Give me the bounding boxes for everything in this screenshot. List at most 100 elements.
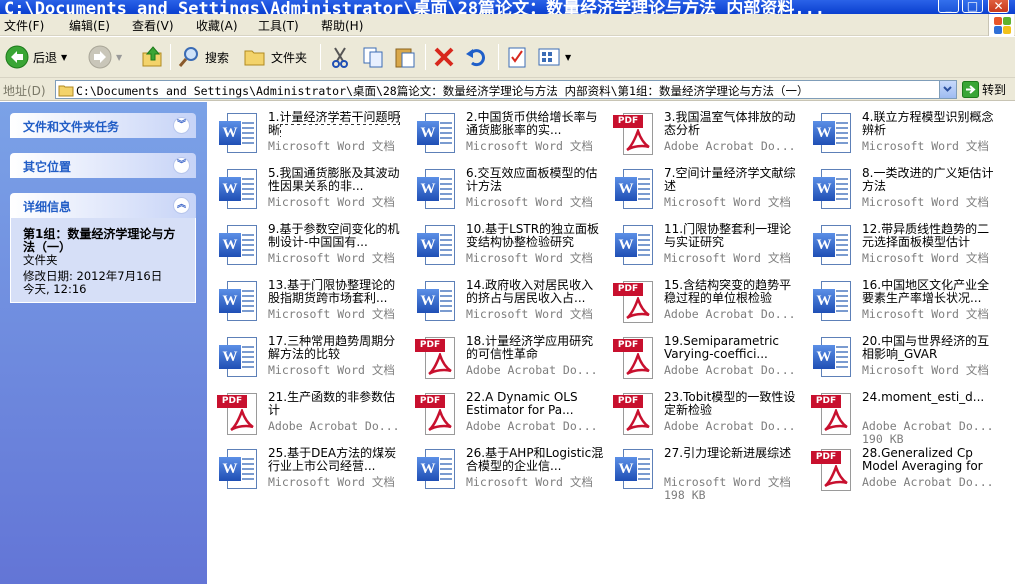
file-item[interactable]: PDF 19.Semiparametric Varying-coeffici...… <box>607 331 803 385</box>
file-list: W 1.计量经济学若干问题明晰 Microsoft Word 文档 W 2.中国货币供给… <box>207 102 1015 584</box>
minimize-button[interactable]: _ <box>938 0 959 13</box>
properties-button[interactable] <box>505 43 529 71</box>
file-name: 12.带异质线性趋势的二元选择面板模型估计 <box>862 223 990 249</box>
menu-view[interactable]: 查看(V) <box>132 17 174 34</box>
address-input[interactable]: C:\Documents and Settings\Administrator\… <box>55 80 957 99</box>
file-item[interactable]: W 17.三种常用趋势周期分解方法的比较 Microsoft Word 文档 <box>211 331 407 385</box>
address-dropdown-button[interactable] <box>939 81 956 98</box>
file-name: 18.计量经济学应用研究的可信性革命 <box>466 335 594 361</box>
word-document-icon: W <box>413 167 461 213</box>
title-bar[interactable]: C:\Documents and Settings\Administrator\… <box>0 0 1015 14</box>
chevron-down-icon[interactable]: ▼ <box>116 53 122 62</box>
file-name: 9.基于参数空间变化的机制设计-中国国有... <box>268 223 400 249</box>
maximize-button[interactable]: □ <box>962 0 983 13</box>
file-item[interactable]: PDF 15.含结构突变的趋势平稳过程的单位根检验 Adobe Acrobat Do… <box>607 275 803 329</box>
word-document-icon: W <box>413 279 461 325</box>
go-label: 转到 <box>982 83 1007 97</box>
menu-help[interactable]: 帮助(H) <box>321 17 363 34</box>
file-type: Microsoft Word 文档 <box>466 308 593 321</box>
task-pane: 文件和文件夹任务 ︾ 其它位置 ︾ 详细信息 ︽ 第1组：数量经济学理论与方法（… <box>0 102 207 584</box>
file-item[interactable]: PDF 3.我国温室气体排放的动态分析 Adobe Acrobat Do... <box>607 107 803 161</box>
panel-title: 详细信息 <box>23 200 72 214</box>
delete-button[interactable] <box>432 43 456 71</box>
file-item[interactable]: W 1.计量经济学若干问题明晰 Microsoft Word 文档 <box>211 107 407 161</box>
file-item[interactable]: PDF 22.A Dynamic OLS Estimator for Pa... A… <box>409 387 605 441</box>
panel-header[interactable]: 其它位置 ︾ <box>10 153 196 178</box>
undo-button[interactable] <box>464 43 488 71</box>
file-item[interactable]: W 2.中国货币供给增长率与通货膨胀率的实... Microsoft Word 文档 <box>409 107 605 161</box>
folder-icon <box>58 85 74 97</box>
file-type: Microsoft Word 文档 <box>664 252 791 265</box>
file-item[interactable]: W 5.我国通货膨胀及其波动性因果关系的非... Microsoft Word 文档 <box>211 163 407 217</box>
file-item[interactable]: W 27.引力理论新进展综述 Microsoft Word 文档 198 KB <box>607 443 803 502</box>
views-button[interactable]: ▼ <box>537 43 571 71</box>
forward-button[interactable]: ▼ <box>88 43 122 71</box>
back-button[interactable]: 后退 ▼ <box>5 43 67 71</box>
menu-favorites[interactable]: 收藏(A) <box>196 17 238 34</box>
file-item[interactable]: PDF 23.Tobit模型的一致性设定新检验 Adobe Acrobat Do..… <box>607 387 803 441</box>
file-name: 28.Generalized Cp Model Averaging for <box>862 447 983 473</box>
panel-header[interactable]: 详细信息 ︽ <box>10 193 196 218</box>
file-name: 1.计量经济学若干问题明晰 <box>268 111 401 137</box>
file-item[interactable]: W 9.基于参数空间变化的机制设计-中国国有... Microsoft Word 文… <box>211 219 407 273</box>
pdf-document-icon: PDF <box>809 447 857 493</box>
chevron-down-icon[interactable]: ▼ <box>565 53 571 62</box>
file-type: Microsoft Word 文档 <box>268 252 395 265</box>
file-item[interactable]: W 20.中国与世界经济的互相影响_GVAR Microsoft Word 文档 <box>805 331 1001 385</box>
file-item[interactable]: W 25.基于DEA方法的煤炭行业上市公司经营... Microsoft Word … <box>211 443 407 497</box>
file-name: 27.引力理论新进展综述 <box>664 447 792 460</box>
word-document-icon: W <box>809 111 857 157</box>
copy-button[interactable] <box>361 43 385 71</box>
file-name: 16.中国地区文化产业全要素生产率增长状况... <box>862 279 990 305</box>
file-item[interactable]: W 14.政府收入对居民收入的挤占与居民收入占... Microsoft Word … <box>409 275 605 329</box>
folders-label: 文件夹 <box>271 50 308 65</box>
chevron-down-icon[interactable]: ▼ <box>61 53 67 62</box>
file-item[interactable]: W 4.联立方程模型识别概念辨析 Microsoft Word 文档 <box>805 107 1001 161</box>
word-document-icon: W <box>413 111 461 157</box>
word-document-icon: W <box>215 167 263 213</box>
paste-icon <box>395 48 415 68</box>
cut-button[interactable] <box>328 43 352 71</box>
paste-button[interactable] <box>393 43 417 71</box>
chevron-down-icon[interactable]: ︾ <box>173 117 190 134</box>
file-name: 8.一类改进的广义矩估计方法 <box>862 167 994 193</box>
file-type: Adobe Acrobat Do... <box>664 140 796 153</box>
file-name: 20.中国与世界经济的互相影响_GVAR <box>862 335 990 361</box>
chevron-up-icon[interactable]: ︽ <box>173 197 190 214</box>
file-item[interactable]: W 10.基于LSTR的独立面板变结构协整检验研究 Microsoft Word 文… <box>409 219 605 273</box>
address-bar: 地址(D) C:\Documents and Settings\Administ… <box>0 78 1015 101</box>
file-type: Microsoft Word 文档 <box>466 476 593 489</box>
menu-file[interactable]: 文件(F) <box>4 17 44 34</box>
go-button[interactable]: 转到 <box>962 81 1006 98</box>
word-document-icon: W <box>215 223 263 269</box>
file-type: Microsoft Word 文档 <box>862 252 989 265</box>
file-item[interactable]: W 16.中国地区文化产业全要素生产率增长状况... Microsoft Word … <box>805 275 1001 329</box>
file-item[interactable]: W 6.交互效应面板模型的估计方法 Microsoft Word 文档 <box>409 163 605 217</box>
file-item[interactable]: PDF 18.计量经济学应用研究的可信性革命 Adobe Acrobat Do... <box>409 331 605 385</box>
file-item[interactable]: PDF 28.Generalized Cp Model Averaging for… <box>805 443 1001 497</box>
file-name: 3.我国温室气体排放的动态分析 <box>664 111 796 137</box>
file-item[interactable]: W 12.带异质线性趋势的二元选择面板模型估计 Microsoft Word 文档 <box>805 219 1001 273</box>
panel-file-tasks: 文件和文件夹任务 ︾ <box>10 113 196 138</box>
file-item[interactable]: W 8.一类改进的广义矩估计方法 Microsoft Word 文档 <box>805 163 1001 217</box>
menu-tools[interactable]: 工具(T) <box>258 17 299 34</box>
file-item[interactable]: W 13.基于门限协整理论的股指期货跨市场套利... Microsoft Word … <box>211 275 407 329</box>
panel-header[interactable]: 文件和文件夹任务 ︾ <box>10 113 196 138</box>
details-modified: 修改日期: 2012年7月16日今天, 12:16 <box>23 269 163 296</box>
menu-edit[interactable]: 编辑(E) <box>69 17 110 34</box>
scissors-icon <box>332 47 348 68</box>
close-button[interactable]: ✕ <box>988 0 1009 13</box>
search-button[interactable]: 搜索 <box>177 43 229 71</box>
chevron-down-icon[interactable]: ︾ <box>173 157 190 174</box>
file-item[interactable]: W 26.基于AHP和Logistic混合模型的企业信... Microsoft W… <box>409 443 605 497</box>
up-folder-button[interactable] <box>141 43 165 71</box>
file-type: Microsoft Word 文档 <box>268 140 395 153</box>
file-type: Microsoft Word 文档 <box>268 308 395 321</box>
folders-button[interactable]: 文件夹 <box>243 43 307 71</box>
file-item[interactable]: PDF 21.生产函数的非参数估计 Adobe Acrobat Do... <box>211 387 407 441</box>
details-body: 第1组：数量经济学理论与方法（一） 文件夹 修改日期: 2012年7月16日今天… <box>10 218 196 303</box>
file-item[interactable]: W 7.空间计量经济学文献综述 Microsoft Word 文档 <box>607 163 803 217</box>
file-item[interactable]: PDF 24.moment_esti_d... Adobe Acrobat Do..… <box>805 387 1001 446</box>
file-name: 7.空间计量经济学文献综述 <box>664 167 796 193</box>
file-item[interactable]: W 11.门限协整套利一理论与实证研究 Microsoft Word 文档 <box>607 219 803 273</box>
